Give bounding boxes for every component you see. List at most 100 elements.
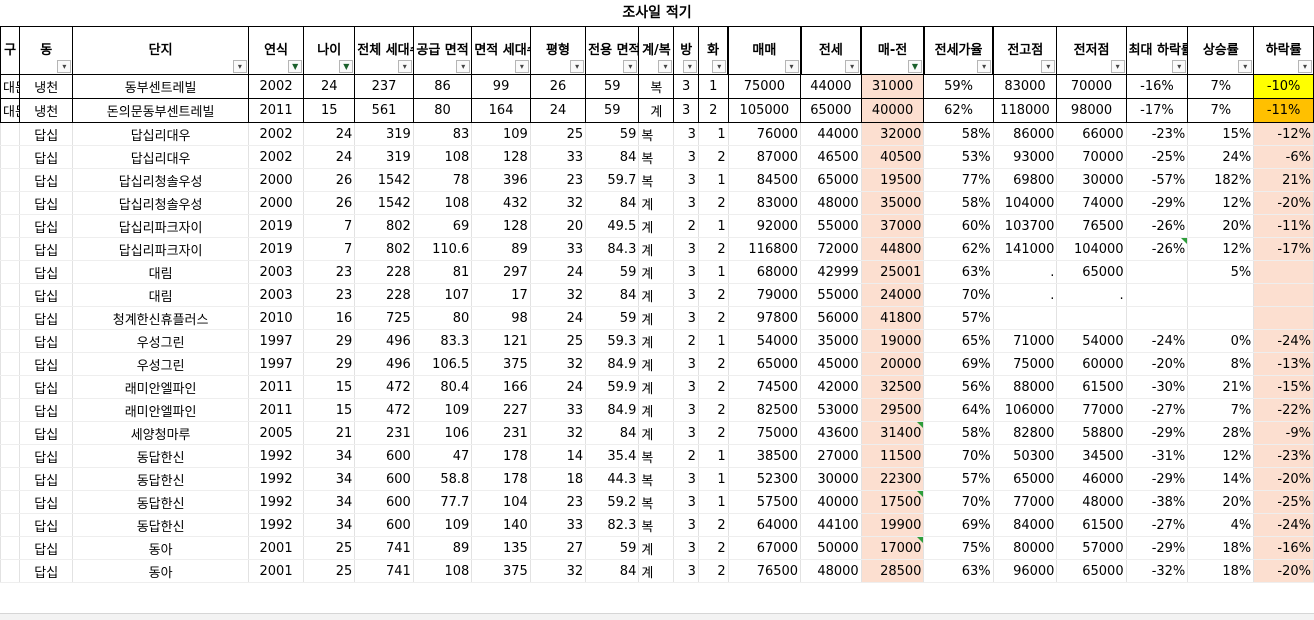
cell[interactable]: 106000 [992, 398, 1058, 422]
cell[interactable]: 1 [697, 444, 729, 468]
cell[interactable]: -9% [1253, 421, 1314, 445]
cell[interactable]: 89 [412, 536, 473, 560]
cell[interactable]: 답십 [19, 444, 74, 468]
cell[interactable]: 대문 [0, 74, 21, 99]
cell[interactable]: 답십 [19, 122, 74, 146]
cell[interactable]: 65000 [800, 98, 862, 123]
cell[interactable] [1253, 283, 1314, 307]
cell[interactable] [1125, 283, 1189, 307]
cell[interactable]: -24% [1253, 513, 1314, 537]
cell[interactable]: 33 [529, 145, 587, 169]
cell[interactable]: 110.6 [412, 237, 473, 261]
cell[interactable]: -11% [1253, 214, 1314, 238]
dropdown-arrow-icon[interactable]: ▾ [623, 60, 638, 73]
cell[interactable]: 계 [638, 352, 675, 376]
dropdown-arrow-icon[interactable]: ▾ [1298, 60, 1312, 73]
cell[interactable]: 87000 [727, 145, 802, 169]
cell[interactable]: 58% [923, 421, 994, 445]
cell[interactable]: 77000 [992, 490, 1058, 514]
cell[interactable]: 84 [585, 191, 640, 215]
cell[interactable]: 496 [354, 352, 414, 376]
cell[interactable]: 61500 [1056, 375, 1127, 399]
cell[interactable]: 3 [673, 559, 699, 583]
cell[interactable]: 108 [412, 559, 473, 583]
column-header-16[interactable]: 전세가율 ▾ [922, 26, 995, 75]
cell[interactable]: 복 [638, 467, 675, 491]
cell[interactable]: 86 [412, 74, 473, 99]
cell[interactable]: 20% [1187, 490, 1255, 514]
cell[interactable]: -11% [1253, 98, 1314, 123]
cell[interactable] [1187, 283, 1255, 307]
cell[interactable]: 79000 [727, 283, 802, 307]
cell[interactable]: 동답한신 [72, 444, 249, 468]
cell[interactable]: 답십 [19, 398, 74, 422]
cell[interactable] [0, 260, 21, 284]
cell[interactable]: 2019 [247, 237, 305, 261]
cell[interactable]: 16 [303, 306, 356, 330]
cell[interactable]: 84000 [992, 513, 1058, 537]
cell[interactable]: 62% [923, 98, 994, 123]
cell[interactable]: 1 [697, 74, 729, 99]
cell[interactable]: 답십 [19, 237, 74, 261]
cell[interactable]: 56% [923, 375, 994, 399]
cell[interactable]: 2 [697, 375, 729, 399]
cell[interactable]: 42000 [800, 375, 862, 399]
cell[interactable]: 34500 [1056, 444, 1127, 468]
funnel-filter-icon[interactable]: ▼ [907, 60, 922, 73]
cell[interactable]: 14% [1187, 467, 1255, 491]
cell[interactable]: 답십 [19, 260, 74, 284]
cell[interactable]: 396 [471, 168, 531, 192]
cell[interactable]: 1 [697, 214, 729, 238]
cell[interactable]: 32 [529, 421, 587, 445]
cell[interactable] [0, 444, 21, 468]
cell[interactable]: 3 [673, 490, 699, 514]
cell[interactable]: 92000 [727, 214, 802, 238]
cell[interactable] [1253, 260, 1314, 284]
cell[interactable]: 3 [673, 513, 699, 537]
cell[interactable]: 2019 [247, 214, 305, 238]
cell[interactable]: -27% [1125, 398, 1189, 422]
dropdown-arrow-icon[interactable]: ▾ [977, 60, 992, 73]
cell[interactable]: 동아 [72, 536, 249, 560]
cell[interactable]: 178 [471, 444, 531, 468]
cell[interactable]: 답십 [19, 375, 74, 399]
cell[interactable]: 84 [585, 145, 640, 169]
cell[interactable]: 77000 [1056, 398, 1127, 422]
cell[interactable]: 계 [638, 283, 675, 307]
cell[interactable]: 계 [638, 559, 675, 583]
cell[interactable]: 7 [303, 214, 356, 238]
cell[interactable]: 1 [697, 260, 729, 284]
cell[interactable]: 59.3 [585, 329, 640, 353]
cell[interactable]: 4% [1187, 513, 1255, 537]
cell[interactable]: 72000 [800, 237, 862, 261]
cell[interactable]: 2010 [247, 306, 305, 330]
cell[interactable]: -12% [1253, 122, 1314, 146]
cell[interactable]: 32 [529, 283, 587, 307]
cell[interactable]: 25 [529, 122, 587, 146]
cell[interactable]: 3 [673, 283, 699, 307]
cell[interactable]: 19000 [860, 329, 925, 353]
cell[interactable]: -29% [1125, 536, 1189, 560]
cell[interactable]: -29% [1125, 467, 1189, 491]
cell[interactable]: 3 [673, 352, 699, 376]
cell[interactable]: 802 [354, 214, 414, 238]
cell[interactable]: 55000 [800, 214, 862, 238]
cell[interactable]: 74500 [727, 375, 802, 399]
cell[interactable]: 답십 [19, 467, 74, 491]
cell[interactable]: 80.4 [412, 375, 473, 399]
cell[interactable]: 2002 [247, 74, 305, 99]
cell[interactable]: 99 [471, 74, 531, 99]
cell[interactable]: 동부센트레빌 [72, 74, 249, 99]
cell[interactable]: 3 [673, 421, 699, 445]
cell[interactable]: 59.9 [585, 375, 640, 399]
cell[interactable]: . [992, 283, 1058, 307]
cell[interactable]: 65000 [800, 168, 862, 192]
column-header-19[interactable]: 최대 하락률 ▾ [1125, 26, 1189, 75]
cell[interactable]: 83000 [727, 191, 802, 215]
cell[interactable]: 83.3 [412, 329, 473, 353]
cell[interactable]: 54000 [1056, 329, 1127, 353]
dropdown-arrow-icon[interactable]: ▾ [784, 60, 799, 73]
cell[interactable]: 24% [1187, 145, 1255, 169]
cell[interactable]: 2 [697, 513, 729, 537]
cell[interactable]: 14 [529, 444, 587, 468]
